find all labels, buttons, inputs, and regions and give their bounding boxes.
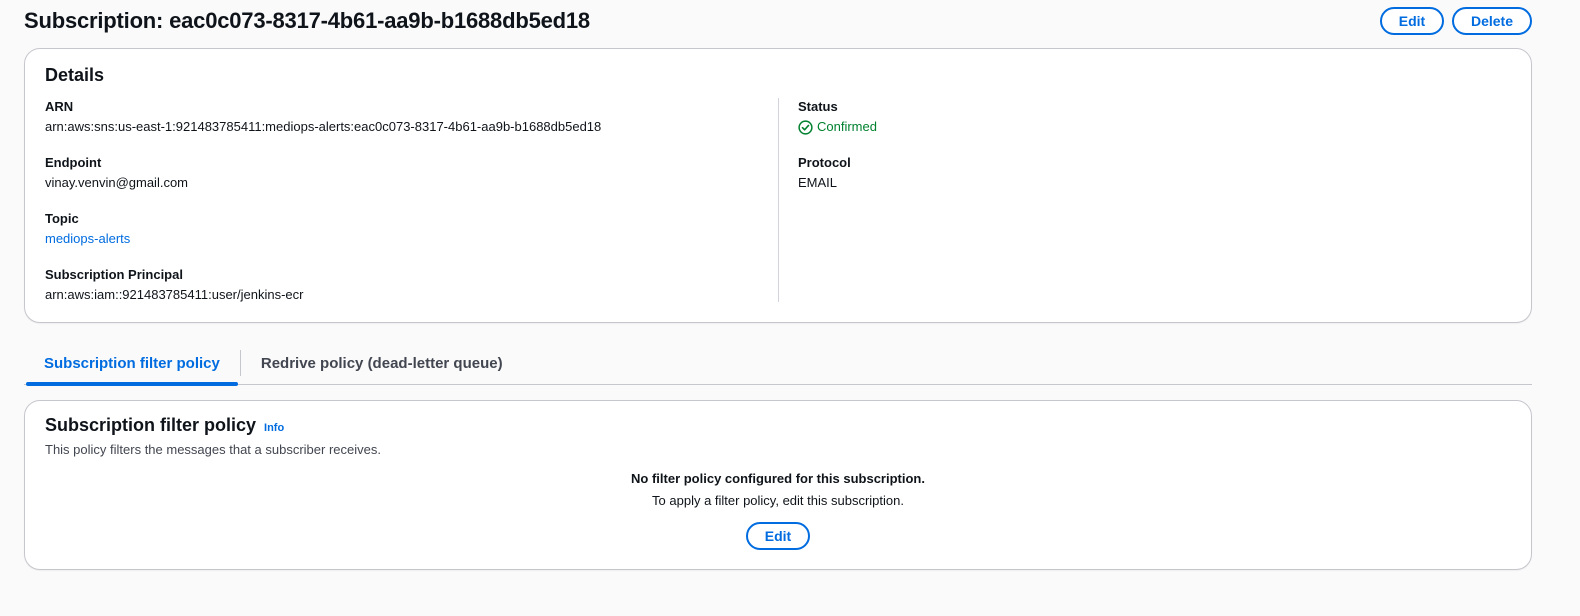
edit-filter-policy-button[interactable]: Edit: [746, 522, 810, 550]
protocol-value: EMAIL: [798, 175, 838, 190]
protocol-label: Protocol: [798, 155, 851, 170]
endpoint-value: vinay.venvin@gmail.com: [45, 175, 189, 190]
details-heading: Details: [45, 65, 105, 85]
info-link[interactable]: Info: [264, 422, 284, 434]
empty-state-title: No filter policy configured for this sub…: [631, 471, 925, 486]
details-panel: Details ARN arn:aws:sns:us-east-1:921483…: [24, 48, 1532, 323]
protocol-field: Protocol EMAIL: [798, 155, 851, 191]
topic-label: Topic: [45, 211, 79, 226]
header-actions: Edit Delete: [1380, 7, 1532, 35]
arn-value: arn:aws:sns:us-east-1:921483785411:medio…: [45, 119, 602, 134]
filter-policy-description: This policy filters the messages that a …: [45, 442, 381, 457]
tab-bar: Subscription filter policy Redrive polic…: [24, 342, 1532, 386]
endpoint-field: Endpoint vinay.venvin@gmail.com: [45, 155, 188, 191]
check-circle-icon: [798, 119, 813, 135]
principal-label: Subscription Principal: [45, 267, 183, 282]
filter-policy-header: Subscription filter policy Info: [45, 415, 284, 436]
endpoint-label: Endpoint: [45, 155, 102, 170]
status-text: Confirmed: [817, 119, 877, 134]
status-label: Status: [798, 99, 838, 114]
tab-redrive-policy[interactable]: Redrive policy (dead-letter queue): [241, 342, 523, 384]
topic-link[interactable]: mediops-alerts: [45, 231, 130, 246]
arn-field: ARN arn:aws:sns:us-east-1:921483785411:m…: [45, 99, 601, 135]
arn-label: ARN: [45, 99, 74, 114]
column-divider: [778, 98, 779, 302]
principal-field: Subscription Principal arn:aws:iam::9214…: [45, 267, 303, 303]
empty-state: No filter policy configured for this sub…: [25, 471, 1531, 550]
topic-field: Topic mediops-alerts: [45, 211, 130, 247]
tab-subscription-filter-policy[interactable]: Subscription filter policy: [24, 342, 240, 386]
empty-state-text: To apply a filter policy, edit this subs…: [652, 493, 904, 508]
status-field: Status Confirmed: [798, 99, 877, 135]
filter-policy-heading: Subscription filter policy: [45, 415, 257, 435]
delete-button[interactable]: Delete: [1452, 7, 1532, 35]
principal-value: arn:aws:iam::921483785411:user/jenkins-e…: [45, 287, 304, 302]
page-title: Subscription: eac0c073-8317-4b61-aa9b-b1…: [24, 8, 590, 33]
filter-policy-panel: Subscription filter policy Info This pol…: [24, 400, 1532, 570]
edit-button[interactable]: Edit: [1380, 7, 1444, 35]
status-value: Confirmed: [798, 119, 877, 135]
page-header: Subscription: eac0c073-8317-4b61-aa9b-b1…: [24, 4, 1532, 38]
